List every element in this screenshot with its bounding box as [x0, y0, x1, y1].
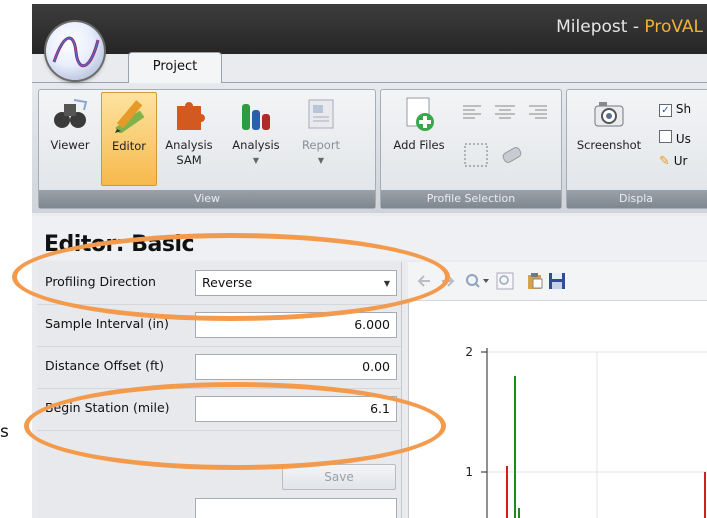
- add-files-button[interactable]: Add Files: [383, 92, 455, 184]
- field-value: 0.00: [362, 359, 390, 374]
- window-title-prefix: Milepost -: [556, 17, 645, 37]
- align-buttons: [461, 98, 555, 128]
- next-field-input[interactable]: [195, 498, 397, 518]
- chevron-down-icon: ▼: [252, 156, 260, 165]
- ribbon-group-view: Viewer Editor Analysis SAM Analysis ▼ Re…: [38, 89, 376, 209]
- units-option-button[interactable]: ✎ Ur: [659, 154, 687, 169]
- report-icon: [303, 96, 339, 132]
- title-bar: Milepost - ProVAL: [32, 4, 707, 54]
- field-label: Sample Interval (in): [45, 316, 169, 331]
- binoculars-icon: [52, 96, 88, 132]
- ribbon-group-label-display: Displa: [567, 190, 707, 208]
- analysis-sam-sublabel: SAM: [176, 153, 202, 167]
- highlight-ellipse: [24, 382, 446, 470]
- annotation-text: s: [0, 422, 9, 442]
- screenshot-button[interactable]: Screenshot: [569, 92, 649, 184]
- screenshot-label: Screenshot: [576, 138, 642, 152]
- zoom-dropdown-icon[interactable]: [464, 272, 490, 290]
- use-option-label: Us: [675, 132, 691, 146]
- chevron-down-icon: ▼: [317, 156, 325, 165]
- field-row-next: [37, 492, 401, 518]
- distance-offset-input[interactable]: 0.00: [195, 354, 397, 380]
- add-files-label: Add Files: [393, 138, 445, 152]
- camera-icon: [591, 96, 627, 132]
- analysis-sam-button[interactable]: Analysis SAM: [157, 92, 221, 184]
- save-disk-icon[interactable]: [548, 272, 566, 290]
- y-tick-label: 1: [465, 465, 473, 479]
- units-option-label: Ur: [673, 154, 688, 168]
- field-label: Distance Offset (ft): [45, 358, 164, 373]
- viewer-label: Viewer: [50, 138, 90, 152]
- align-right-icon[interactable]: [525, 102, 549, 122]
- use-option-checkbox[interactable]: Us: [659, 130, 691, 146]
- units-pencil-icon: ✎: [659, 154, 670, 169]
- editor-button[interactable]: Editor: [101, 92, 157, 186]
- report-label: Report: [301, 138, 341, 152]
- analysis-dropdown-label: Analysis: [232, 138, 280, 152]
- clipboard-icon[interactable]: [526, 272, 544, 290]
- zoom-fit-icon[interactable]: [496, 272, 514, 290]
- analysis-sam-label: Analysis: [165, 138, 213, 152]
- y-tick-label: 2: [465, 345, 473, 359]
- pencil-ruler-icon: [111, 97, 147, 135]
- ribbon-group-label-profile-selection: Profile Selection: [381, 190, 561, 208]
- align-left-icon[interactable]: [461, 102, 485, 122]
- align-center-icon[interactable]: [493, 102, 517, 122]
- editor-label: Editor: [111, 139, 147, 153]
- highlight-ellipse: [12, 233, 450, 321]
- select-region-icon[interactable]: [461, 140, 491, 170]
- ribbon-group-display: Screenshot ✓ Sh Us ✎ Ur Displa: [566, 89, 707, 209]
- analysis-dropdown-button[interactable]: Analysis ▼: [223, 92, 289, 184]
- app-logo-icon[interactable]: [46, 22, 104, 80]
- viewer-button[interactable]: Viewer: [41, 92, 99, 184]
- eraser-icon[interactable]: [497, 140, 527, 170]
- tab-project[interactable]: Project: [128, 52, 222, 83]
- show-option-checkbox[interactable]: ✓ Sh: [659, 102, 691, 117]
- ribbon-group-label-view: View: [39, 190, 375, 208]
- puzzle-icon: [171, 96, 207, 132]
- report-button[interactable]: Report ▼: [291, 92, 351, 184]
- show-option-label: Sh: [675, 102, 692, 116]
- field-value: 6.000: [354, 317, 390, 332]
- bar-chart-icon: [238, 96, 274, 132]
- ribbon-group-profile-selection: Add Files Profile Selection: [380, 89, 562, 209]
- checkbox-checked-icon: ✓: [659, 104, 672, 117]
- window-title: Milepost - ProVAL: [556, 17, 703, 37]
- add-files-icon: [401, 96, 437, 132]
- chart-toolbar: [408, 262, 707, 301]
- checkbox-unchecked-icon: [659, 130, 672, 143]
- window-title-brand: ProVAL: [644, 17, 703, 37]
- ribbon: Viewer Editor Analysis SAM Analysis ▼ Re…: [32, 82, 707, 213]
